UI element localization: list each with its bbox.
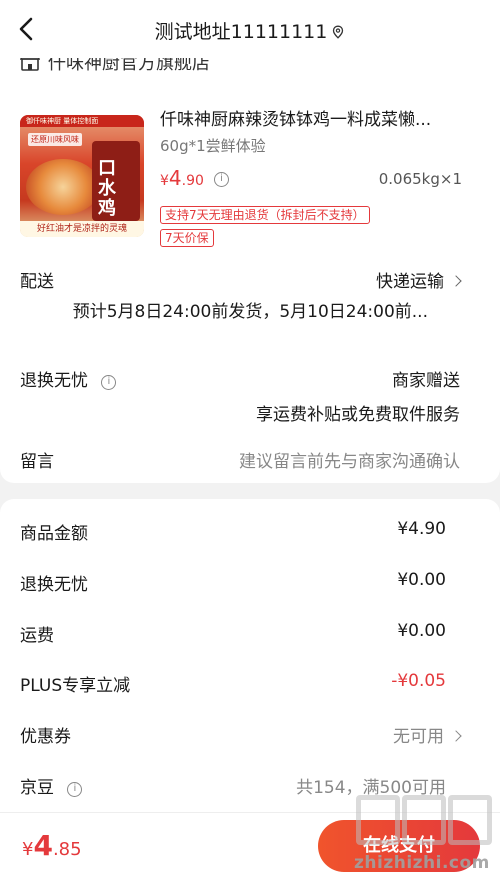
worry-free-value: 商家赠送 xyxy=(392,371,460,391)
plus-discount-label: PLUS专享立减 xyxy=(20,676,131,696)
total-currency: ¥ xyxy=(22,839,34,860)
price-protect-tag: 7天价保 xyxy=(160,229,214,247)
worry-fee-label: 退换无忧 xyxy=(20,575,88,595)
watermark-text: zhizhizhi.com xyxy=(354,853,490,873)
image-bowl xyxy=(26,159,100,215)
message-label: 留言 xyxy=(20,452,54,472)
watermark-logo xyxy=(356,795,496,845)
store-icon xyxy=(20,58,40,71)
product-image[interactable]: 御仟味神厨 量体控制面 还原川味风味 口水鸡 好红油才是凉拌的灵魂 xyxy=(20,115,144,237)
shop-name: 仟味神厨官方旗舰店 xyxy=(48,58,210,74)
order-card: 仟味神厨官方旗舰店 御仟味神厨 量体控制面 还原川味风味 口水鸡 好红油才是凉拌… xyxy=(0,58,500,483)
jingdou-label: 京豆 i xyxy=(20,773,83,798)
worry-free-label: 退换无忧 i xyxy=(20,366,117,391)
price-info-icon[interactable]: i xyxy=(214,172,229,187)
return-policy-tag: 支持7天无理由退货（拆封后不支持） xyxy=(160,206,370,224)
image-tag-text: 还原川味风味 xyxy=(28,133,82,146)
price-decimal: .90 xyxy=(181,173,204,189)
product-price: ¥4.90 xyxy=(160,166,204,190)
goods-amount-label: 商品金额 xyxy=(20,524,88,544)
coupon-label: 优惠券 xyxy=(20,727,71,747)
freight-value: ¥0.00 xyxy=(397,621,446,641)
product-spec: 60g*1尝鲜体验 xyxy=(160,137,266,155)
location-pin-icon xyxy=(333,25,344,39)
price-currency: ¥ xyxy=(160,173,169,189)
image-band-text: 御仟味神厨 量体控制面 xyxy=(20,115,144,127)
coupon-value: 无可用 xyxy=(393,727,444,747)
info-icon[interactable]: i xyxy=(101,375,117,390)
address-title[interactable]: 测试地址11111111 xyxy=(0,17,500,44)
worry-fee-value: ¥0.00 xyxy=(397,570,446,590)
delivery-label: 配送 xyxy=(20,272,54,292)
product-name[interactable]: 仟味神厨麻辣烫钵钵鸡一料成菜懒... xyxy=(160,105,480,130)
plus-discount-value: -¥0.05 xyxy=(391,671,446,691)
worry-free-desc: 享运费补贴或免费取件服务 xyxy=(256,405,460,425)
worry-free-label-text: 退换无忧 xyxy=(20,371,88,391)
delivery-method[interactable]: 快递运输 xyxy=(376,267,462,292)
jingdou-label-text: 京豆 xyxy=(20,778,54,798)
total-integer: 4 xyxy=(33,829,53,862)
delivery-method-text: 快递运输 xyxy=(376,272,444,292)
chevron-right-icon xyxy=(450,275,462,287)
coupon-selector[interactable]: 无可用 xyxy=(393,722,462,747)
delivery-estimate: 预计5月8日24:00前发货，5月10日24:00前... xyxy=(72,302,428,322)
address-text: 测试地址11111111 xyxy=(154,21,328,43)
shop-header[interactable]: 仟味神厨官方旗舰店 xyxy=(20,58,210,74)
total-decimal: .85 xyxy=(52,839,82,860)
chevron-right-icon xyxy=(450,730,462,742)
info-icon[interactable]: i xyxy=(67,782,83,797)
top-bar: 测试地址11111111 xyxy=(0,0,500,58)
price-integer: 4 xyxy=(168,166,182,190)
total-price: ¥4.85 xyxy=(22,829,82,862)
image-pack-text: 口水鸡 xyxy=(98,158,116,219)
message-input[interactable]: 建议留言前先与商家沟通确认 xyxy=(239,447,460,472)
image-caption: 好红油才是凉拌的灵魂 xyxy=(20,221,144,237)
goods-amount-value: ¥4.90 xyxy=(397,519,446,539)
product-weight-qty: 0.065kg×1 xyxy=(378,170,462,188)
freight-label: 运费 xyxy=(20,626,54,646)
